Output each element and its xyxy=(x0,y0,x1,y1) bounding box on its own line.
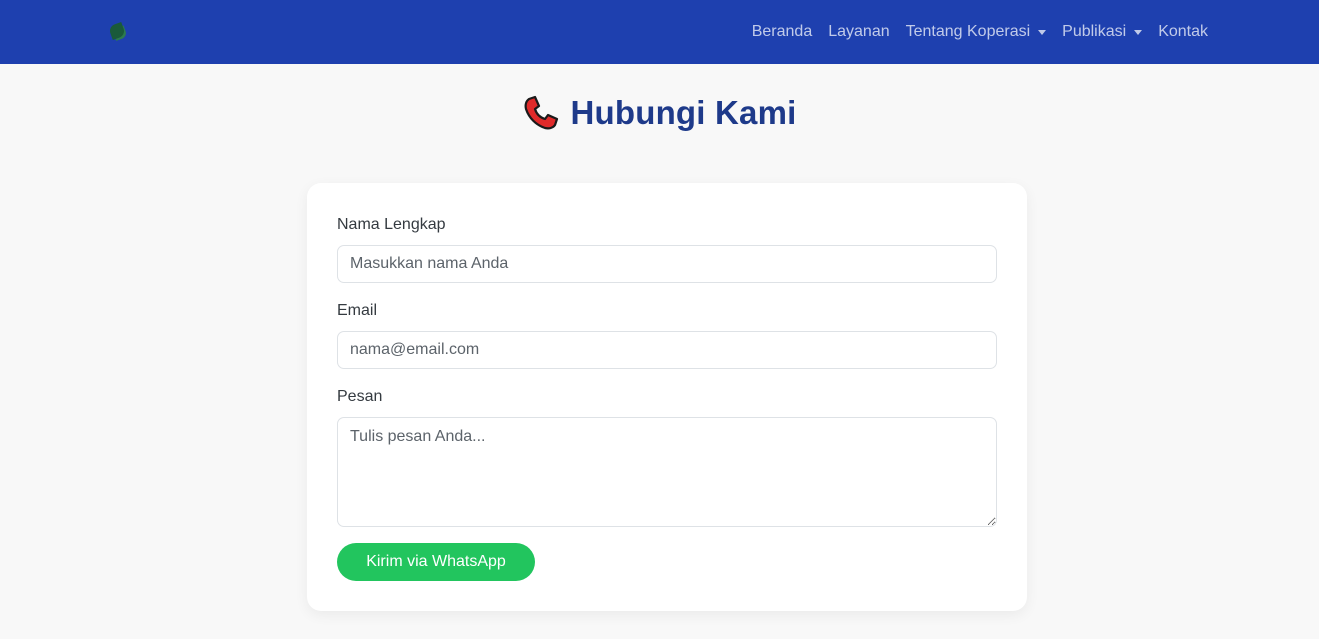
telephone-receiver-icon xyxy=(524,95,559,130)
nav-dropdown-publikasi[interactable]: Publikasi xyxy=(1054,23,1150,41)
name-label: Nama Lengkap xyxy=(337,216,446,233)
nav-dropdown-tentang-koperasi[interactable]: Tentang Koperasi xyxy=(898,23,1055,41)
message-textarea[interactable] xyxy=(337,417,997,527)
top-navbar: Beranda Layanan Tentang Koperasi Publika… xyxy=(0,0,1319,64)
nav-link-kontak[interactable]: Kontak xyxy=(1150,23,1216,41)
brand-logo[interactable] xyxy=(108,18,150,44)
send-whatsapp-button[interactable]: Kirim via WhatsApp xyxy=(337,543,535,581)
caret-down-icon xyxy=(1134,29,1143,35)
email-label: Email xyxy=(337,302,378,319)
nav-link-label: Publikasi xyxy=(1062,23,1127,40)
nav-link-label: Kontak xyxy=(1158,23,1208,40)
email-input[interactable] xyxy=(337,331,997,369)
contact-form-card: Nama Lengkap Email Pesan Kirim via Whats… xyxy=(307,183,1027,611)
page-title: Hubungi Kami xyxy=(570,94,797,131)
nav-link-beranda[interactable]: Beranda xyxy=(744,23,821,41)
nav-link-label: Tentang Koperasi xyxy=(905,23,1031,40)
nav-link-label: Layanan xyxy=(828,23,890,40)
caret-down-icon xyxy=(1038,29,1047,35)
message-label: Pesan xyxy=(337,388,383,405)
leaf-logo-icon xyxy=(108,22,126,40)
nav-link-label: Beranda xyxy=(751,23,813,40)
page-title-row: Hubungi Kami xyxy=(0,94,1319,132)
name-input[interactable] xyxy=(337,245,997,283)
nav-menu: Beranda Layanan Tentang Koperasi Publika… xyxy=(744,0,1216,64)
nav-link-layanan[interactable]: Layanan xyxy=(820,23,897,41)
